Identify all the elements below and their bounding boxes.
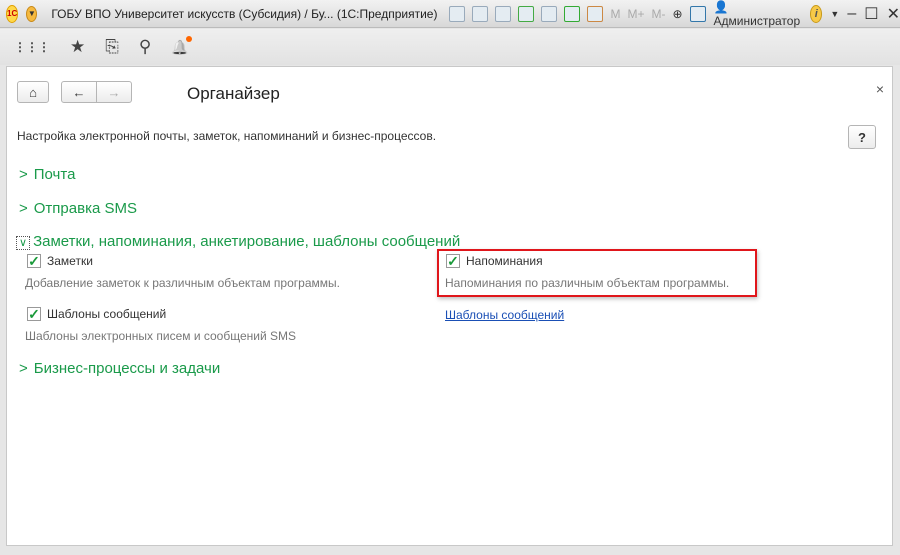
memory-button[interactable]: M bbox=[610, 7, 620, 21]
save-icon[interactable] bbox=[449, 5, 466, 22]
templates-hint: Шаблоны электронных писем и сообщений SM… bbox=[25, 329, 297, 343]
preview-icon[interactable] bbox=[495, 5, 512, 22]
group-label: Заметки, напоминания, анкетирование, шаб… bbox=[33, 233, 461, 250]
chevron-right-icon: > bbox=[19, 200, 28, 217]
favorites-star-icon[interactable]: ★ bbox=[70, 37, 85, 57]
notes-checkbox[interactable]: ✓ Заметки bbox=[27, 254, 93, 268]
checkmark-icon: ✓ bbox=[27, 306, 41, 322]
calendar-icon[interactable] bbox=[587, 5, 604, 22]
apps-grid-icon[interactable]: ⋮⋮⋮ bbox=[14, 40, 50, 54]
close-window-button[interactable]: ✕ bbox=[887, 4, 900, 24]
group-label: Отправка SMS bbox=[33, 200, 137, 217]
main-menu-button[interactable]: ▼ bbox=[26, 5, 38, 22]
group-sms[interactable]: > Отправка SMS bbox=[19, 200, 137, 217]
chevron-right-icon: > bbox=[19, 360, 28, 377]
history-icon[interactable]: ⎘ bbox=[105, 37, 119, 57]
1c-logo-icon: 1С bbox=[6, 4, 19, 23]
group-business-processes[interactable]: > Бизнес-процессы и задачи bbox=[19, 360, 220, 377]
templates-link[interactable]: Шаблоны сообщений bbox=[445, 308, 564, 322]
group-mail[interactable]: > Почта bbox=[19, 166, 75, 183]
form-description: Настройка электронной почты, заметок, на… bbox=[17, 129, 437, 143]
checkbox-label: Напоминания bbox=[466, 254, 543, 268]
info-icon[interactable]: i bbox=[810, 4, 823, 23]
close-form-button[interactable]: × bbox=[876, 81, 884, 97]
dropdown-icon[interactable]: ▼ bbox=[830, 9, 839, 19]
group-label: Бизнес-процессы и задачи bbox=[33, 360, 221, 377]
search-icon[interactable]: ⚲ bbox=[139, 37, 151, 57]
window-title: ГОБУ ВПО Университет искусств (Субсидия)… bbox=[51, 6, 438, 21]
maximize-button[interactable]: ☐ bbox=[864, 4, 878, 24]
checkbox-label: Шаблоны сообщений bbox=[47, 307, 167, 321]
title-bar: 1С ▼ ГОБУ ВПО Университет искусств (Субс… bbox=[0, 0, 900, 28]
help-button[interactable]: ? bbox=[848, 125, 876, 149]
group-label: Почта bbox=[33, 166, 76, 183]
user-name: Администратор bbox=[713, 13, 801, 28]
templates-checkbox[interactable]: ✓ Шаблоны сообщений bbox=[27, 307, 166, 321]
reminders-checkbox[interactable]: ✓ Напоминания bbox=[446, 254, 543, 268]
checkmark-icon: ✓ bbox=[446, 253, 460, 269]
notification-dot bbox=[185, 36, 192, 42]
send-icon[interactable] bbox=[541, 5, 558, 22]
minimize-button[interactable]: – bbox=[847, 5, 856, 23]
attach-icon[interactable] bbox=[518, 5, 535, 22]
notes-hint: Добавление заметок к различным объектам … bbox=[25, 276, 340, 290]
back-button[interactable]: ← bbox=[61, 81, 97, 103]
home-button[interactable]: ⌂ bbox=[17, 81, 49, 103]
reminders-hint: Напоминания по различным объектам програ… bbox=[445, 276, 730, 290]
memory-plus-button[interactable]: M+ bbox=[627, 7, 644, 21]
zoom-icon[interactable]: ⊕ bbox=[672, 7, 682, 21]
notifications-bell-icon[interactable]: 🔔 bbox=[171, 36, 192, 57]
checkbox-label: Заметки bbox=[47, 254, 93, 268]
user-button[interactable]: 👤 Администратор bbox=[714, 0, 801, 28]
chevron-down-icon: ∨ bbox=[16, 236, 31, 250]
memory-minus-button[interactable]: M- bbox=[651, 7, 665, 21]
chevron-right-icon: > bbox=[19, 166, 28, 183]
sections-toolbar: ⋮⋮⋮ ★ ⎘ ⚲ 🔔 bbox=[0, 29, 900, 65]
panels-icon[interactable] bbox=[689, 5, 706, 22]
group-notes-reminders[interactable]: ∨ Заметки, напоминания, анкетирование, ша… bbox=[16, 233, 460, 250]
page-title: Органайзер bbox=[187, 84, 280, 103]
organizer-form: ⌂ ← → Органайзер × Настройка электронной… bbox=[6, 66, 893, 546]
checkmark-icon: ✓ bbox=[27, 253, 41, 269]
print-icon[interactable] bbox=[472, 5, 489, 22]
calculator-icon[interactable] bbox=[564, 5, 581, 22]
forward-button[interactable]: → bbox=[96, 81, 132, 103]
